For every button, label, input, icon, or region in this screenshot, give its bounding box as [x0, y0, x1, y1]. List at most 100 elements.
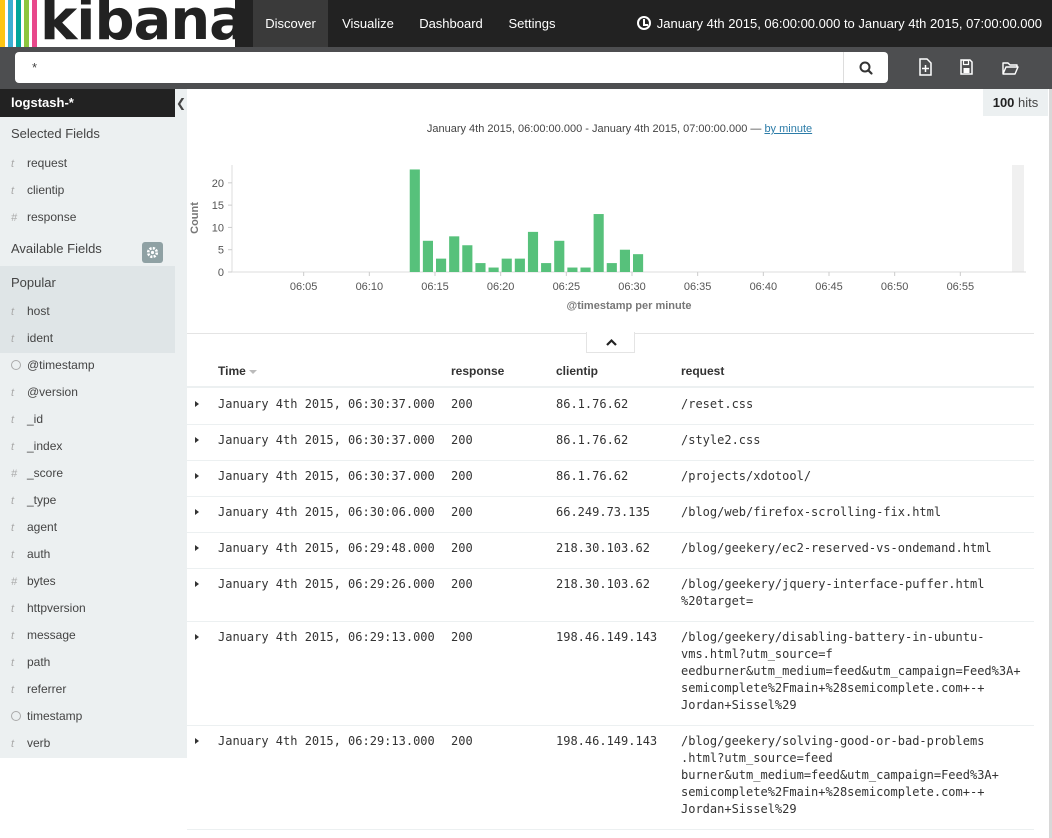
table-row[interactable]: January 4th 2015, 06:30:06.000 200 66.249.… — [187, 497, 1034, 533]
cell-clientip: 218.30.103.62 — [556, 577, 650, 591]
histogram-bar[interactable] — [567, 267, 578, 272]
field-type-date-icon — [11, 711, 21, 721]
collapse-chart-button[interactable] — [586, 332, 635, 353]
field-item-request[interactable]: t request — [0, 150, 175, 177]
histogram-bar[interactable] — [633, 254, 644, 272]
expand-row-caret-icon[interactable] — [195, 437, 199, 443]
expand-row-caret-icon[interactable] — [195, 545, 199, 551]
expand-row-caret-icon[interactable] — [195, 581, 199, 587]
kibana-logo[interactable]: kibana — [0, 0, 235, 47]
field-name: request — [27, 156, 68, 170]
table-row[interactable]: January 4th 2015, 06:29:13.000 200 198.46.… — [187, 726, 1034, 830]
cell-time: January 4th 2015, 06:30:06.000 — [218, 505, 435, 519]
histogram-chart[interactable]: 05101520 06:05 06:10 06:15 06:20 06:25 06:30 0… — [187, 148, 1037, 318]
table-row[interactable]: January 4th 2015, 06:29:13.000 200 198.46.… — [187, 622, 1034, 726]
field-item-version[interactable]: t @version — [0, 379, 175, 406]
histogram-bar[interactable] — [462, 245, 473, 272]
x-tick-label: 06:25 — [553, 281, 581, 293]
sort-caret-icon[interactable] — [249, 370, 258, 374]
field-type-number-icon: # — [11, 576, 18, 588]
cell-response: 200 — [451, 734, 473, 748]
column-header-response[interactable]: response — [451, 362, 504, 380]
new-search-button[interactable] — [912, 55, 938, 79]
table-row[interactable]: January 4th 2015, 06:30:37.000 200 86.1.76… — [187, 461, 1034, 497]
histogram-bar[interactable] — [449, 236, 460, 272]
popular-heading: Popular — [11, 275, 56, 290]
field-item-timestamp[interactable]: timestamp — [0, 703, 175, 730]
histogram-bar[interactable] — [475, 263, 486, 272]
field-item-id[interactable]: t _id — [0, 406, 175, 433]
table-row[interactable]: January 4th 2015, 06:29:26.000 200 218.30.… — [187, 569, 1034, 622]
search-input[interactable] — [15, 52, 843, 83]
field-item-httpversion[interactable]: t httpversion — [0, 595, 175, 622]
field-settings-button[interactable] — [142, 242, 163, 263]
expand-row-caret-icon[interactable] — [195, 738, 199, 744]
column-header-time[interactable]: Time — [218, 362, 258, 380]
open-search-button[interactable] — [997, 55, 1023, 79]
cell-response: 200 — [451, 469, 473, 483]
field-item-clientip[interactable]: t clientip — [0, 177, 175, 204]
field-item-type[interactable]: t _type — [0, 487, 175, 514]
histogram-bar[interactable] — [580, 267, 591, 272]
table-row[interactable]: January 4th 2015, 06:30:37.000 200 86.1.76… — [187, 389, 1034, 425]
field-item-bytes[interactable]: # bytes — [0, 568, 175, 595]
field-type-number-icon: # — [11, 468, 18, 480]
field-item-host[interactable]: t host — [0, 298, 175, 325]
index-pattern-title[interactable]: logstash-* — [0, 89, 175, 117]
cell-response: 200 — [451, 630, 473, 644]
histogram-bar[interactable] — [514, 258, 525, 272]
interval-selector[interactable]: by minute — [764, 123, 812, 135]
tab-settings[interactable]: Settings — [500, 0, 564, 47]
field-type-number-icon: # — [11, 212, 18, 224]
tab-visualize[interactable]: Visualize — [332, 0, 404, 47]
histogram-bar[interactable] — [488, 267, 499, 272]
expand-row-caret-icon[interactable] — [195, 473, 199, 479]
hit-count: 100 hits — [983, 89, 1048, 116]
field-type-string-icon: t — [11, 185, 15, 197]
field-item-index[interactable]: t _index — [0, 433, 175, 460]
cell-response: 200 — [451, 541, 473, 555]
histogram-bar[interactable] — [619, 249, 630, 272]
field-item-referrer[interactable]: t referrer — [0, 676, 175, 703]
expand-row-caret-icon[interactable] — [195, 634, 199, 640]
field-item-response[interactable]: # response — [0, 204, 175, 231]
x-tick-label: 06:50 — [881, 281, 909, 293]
column-header-clientip[interactable]: clientip — [556, 362, 598, 380]
table-row[interactable]: January 4th 2015, 06:29:48.000 200 218.30.… — [187, 533, 1034, 569]
x-axis-label: @timestamp per minute — [566, 300, 691, 312]
column-header-request[interactable]: request — [681, 362, 724, 380]
cell-response: 200 — [451, 505, 473, 519]
histogram-bar[interactable] — [554, 240, 565, 272]
save-search-button[interactable] — [953, 55, 979, 79]
cell-time: January 4th 2015, 06:30:37.000 — [218, 469, 435, 483]
brand-name: kibana — [40, 0, 235, 47]
histogram-bar[interactable] — [501, 258, 512, 272]
histogram-bar[interactable] — [606, 263, 617, 272]
expand-row-caret-icon[interactable] — [195, 509, 199, 515]
histogram-bar[interactable] — [541, 263, 552, 272]
table-row[interactable]: January 4th 2015, 06:30:37.000 200 86.1.76… — [187, 425, 1034, 461]
field-item-message[interactable]: t message — [0, 622, 175, 649]
histogram-bar[interactable] — [436, 258, 447, 272]
histogram-bar[interactable] — [527, 231, 539, 272]
field-item-timestamp[interactable]: @timestamp — [0, 352, 175, 379]
search-button[interactable] — [843, 52, 888, 83]
field-item-verb[interactable]: t verb — [0, 730, 175, 757]
field-item-ident[interactable]: t ident — [0, 325, 175, 352]
field-name: _index — [27, 439, 63, 453]
top-navbar: kibana Discover Visualize Dashboard Sett… — [0, 0, 1052, 47]
x-tick-label: 06:35 — [684, 281, 712, 293]
tab-dashboard[interactable]: Dashboard — [412, 0, 490, 47]
tab-discover[interactable]: Discover — [253, 0, 328, 47]
field-item-auth[interactable]: t auth — [0, 541, 175, 568]
histogram-bar[interactable] — [422, 240, 433, 272]
collapse-sidebar-button[interactable]: ❮ — [175, 89, 187, 117]
expand-row-caret-icon[interactable] — [195, 401, 199, 407]
field-item-path[interactable]: t path — [0, 649, 175, 676]
x-tick-label: 06:05 — [290, 281, 318, 293]
time-picker[interactable]: January 4th 2015, 06:00:00.000 to Januar… — [636, 0, 1042, 47]
field-item-score[interactable]: # _score — [0, 460, 175, 487]
field-item-agent[interactable]: t agent — [0, 514, 175, 541]
histogram-bar[interactable] — [409, 169, 420, 272]
histogram-bar[interactable] — [593, 214, 604, 272]
